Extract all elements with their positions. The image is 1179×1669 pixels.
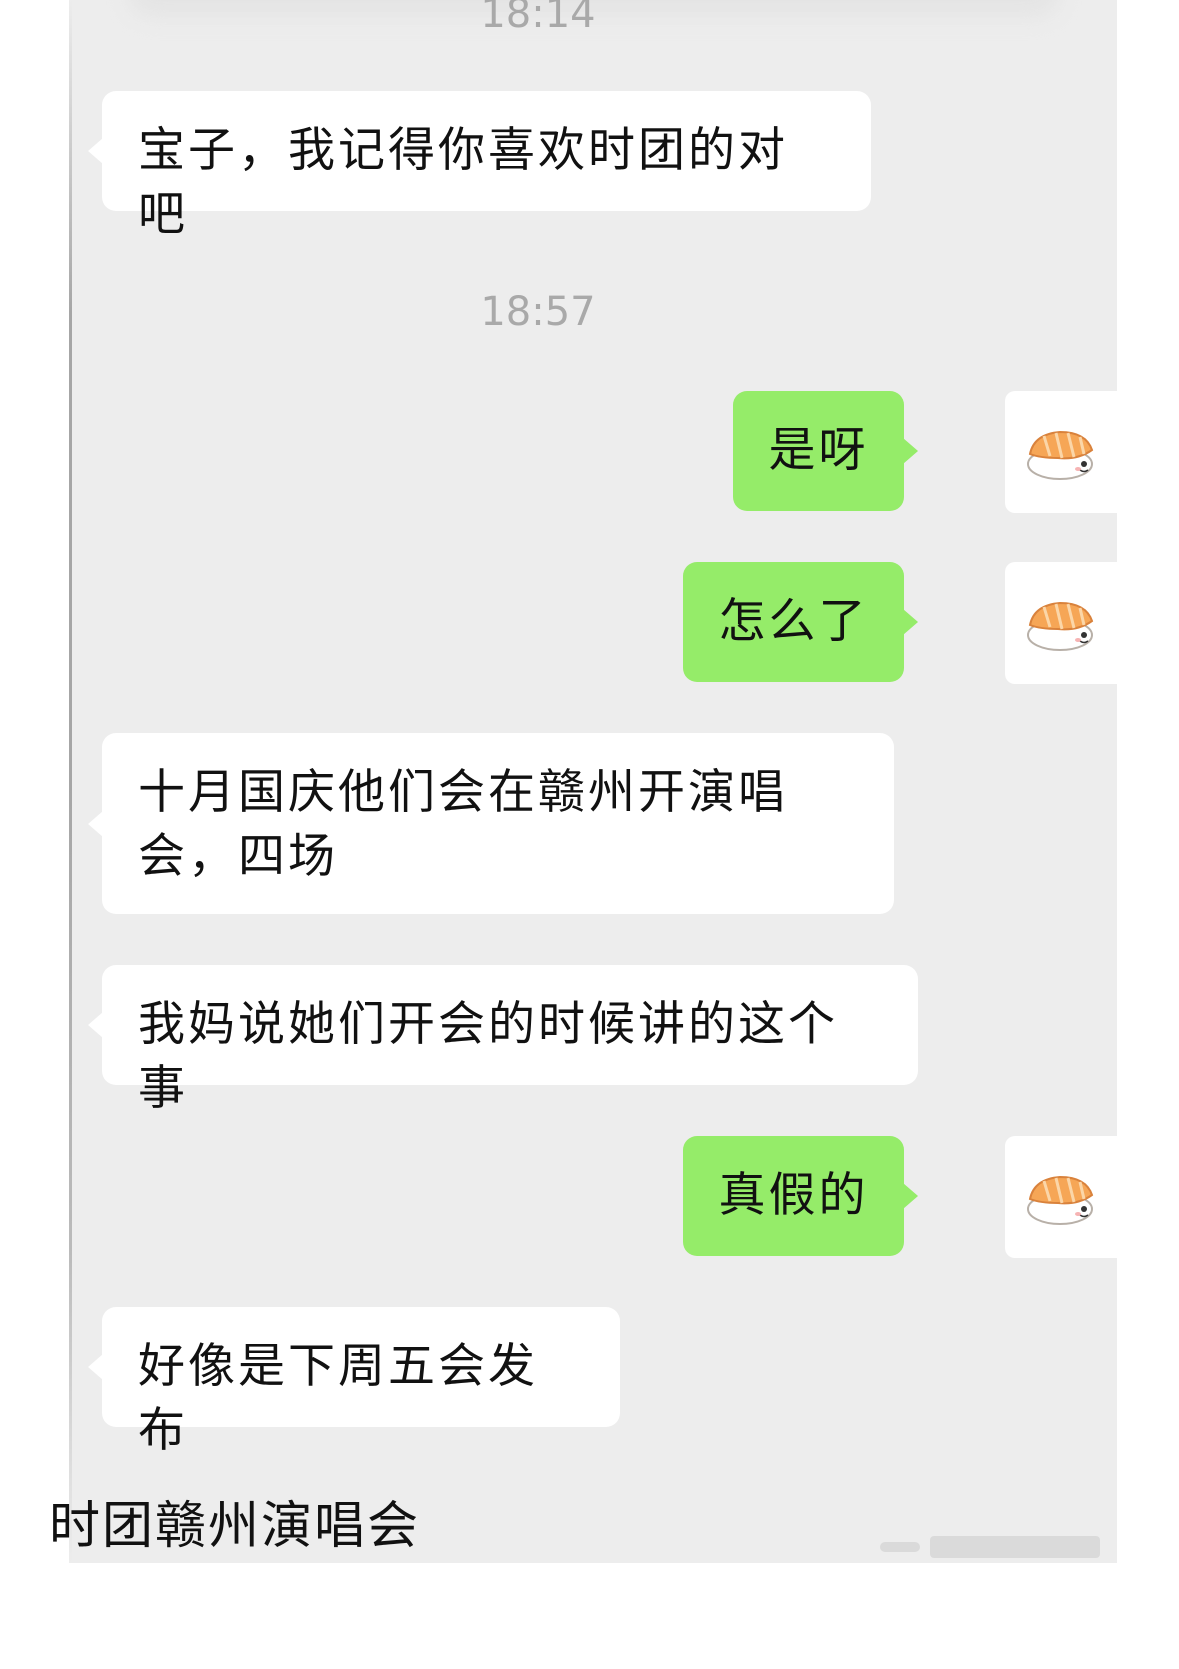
post-caption: 时团赣州演唱会	[49, 1497, 421, 1556]
shrimp-sushi-icon	[1027, 601, 1094, 651]
message-outgoing-2[interactable]: 怎么了	[683, 562, 918, 682]
message-incoming-1[interactable]: 宝子，我记得你喜欢时团的对吧	[88, 91, 871, 242]
left-edge-line	[69, 0, 72, 1563]
avatar[interactable]	[1005, 562, 1117, 684]
timestamp-1: 18:14	[480, 0, 596, 37]
message-outgoing-3[interactable]: 真假的	[683, 1136, 918, 1256]
shrimp-sushi-icon	[1027, 430, 1094, 480]
watermark	[880, 1536, 1100, 1558]
shrimp-sushi-icon	[1027, 1175, 1094, 1225]
avatar[interactable]	[1005, 391, 1117, 513]
message-outgoing-1[interactable]: 是呀	[733, 391, 918, 511]
avatar[interactable]	[1005, 1136, 1117, 1258]
message-incoming-4[interactable]: 好像是下周五会发布	[88, 1307, 620, 1458]
chat-area: 18:14 宝子，我记得你喜欢时团的对吧 18:57 是呀 怎么了 十月国庆他们…	[69, 0, 1117, 1563]
message-incoming-2[interactable]: 十月国庆他们会在赣州开演唱会，四场	[88, 733, 894, 914]
timestamp-2: 18:57	[480, 289, 596, 335]
message-incoming-3[interactable]: 我妈说她们开会的时候讲的这个事	[88, 965, 918, 1116]
